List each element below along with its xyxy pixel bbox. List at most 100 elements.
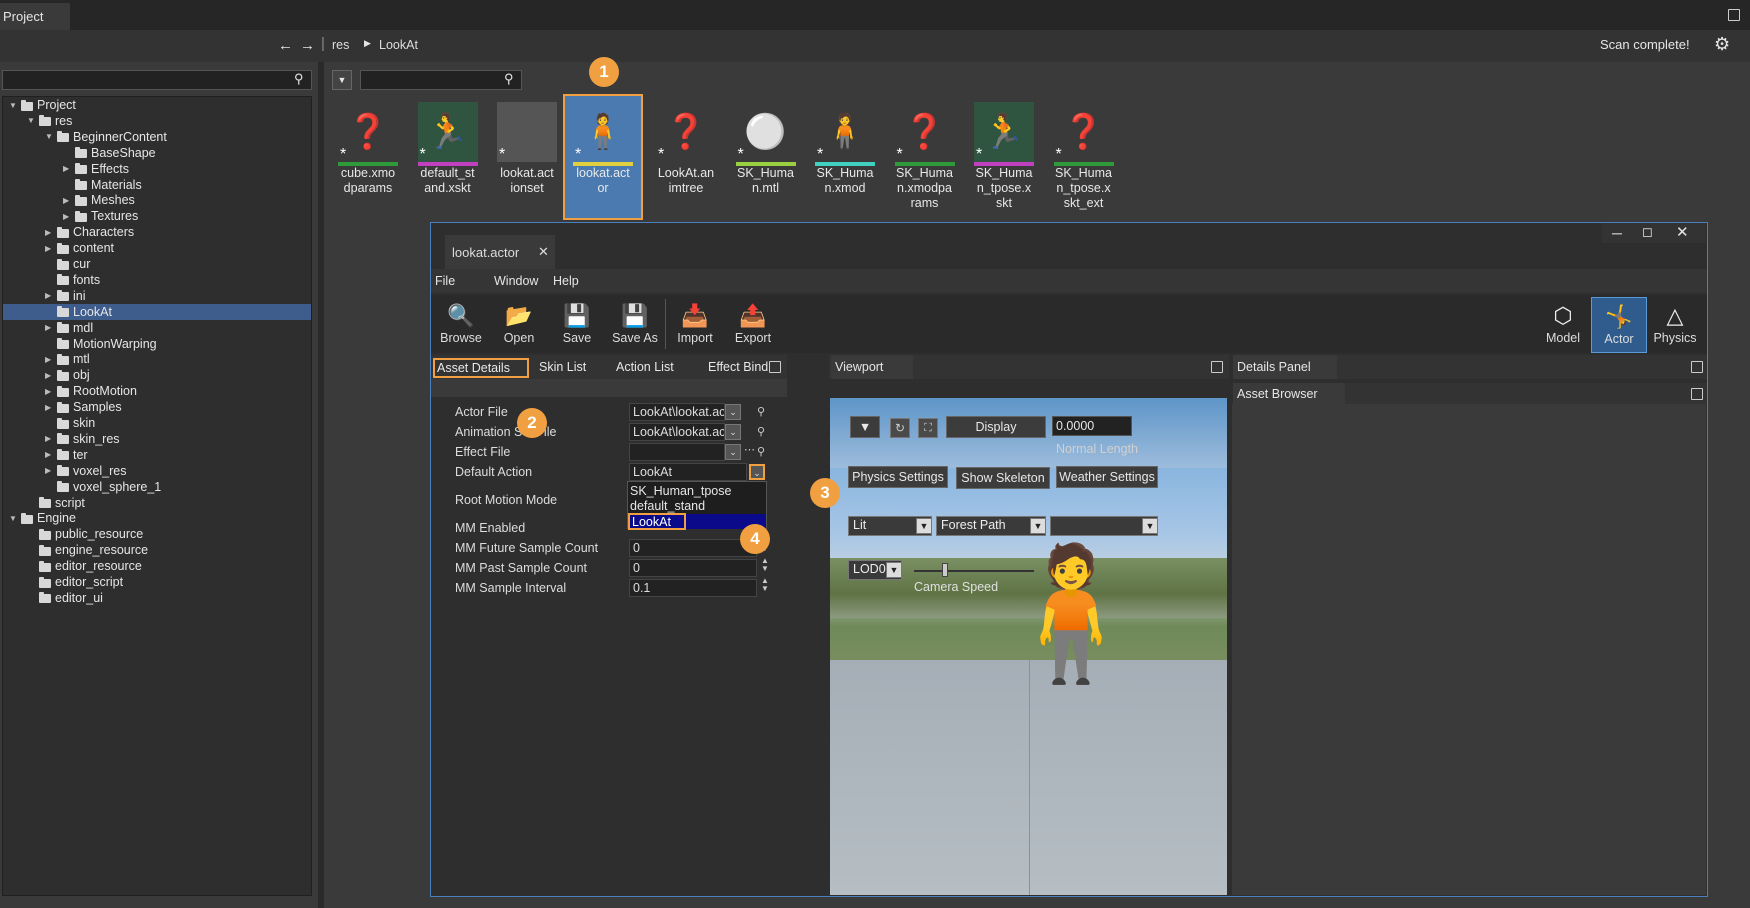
- more-icon[interactable]: ⋯: [744, 443, 755, 456]
- tree-item[interactable]: ▶ voxel_res: [3, 463, 311, 479]
- tree-item[interactable]: ▶ ini: [3, 288, 311, 304]
- show-skeleton-button[interactable]: Show Skeleton: [956, 467, 1050, 489]
- pin-icon[interactable]: [769, 361, 781, 373]
- expand-right-icon[interactable]: ▶: [63, 196, 73, 205]
- tree-item[interactable]: ▶ mdl: [3, 320, 311, 336]
- open-button[interactable]: 📂 Open: [491, 301, 547, 345]
- forward-arrow-icon[interactable]: →: [300, 37, 315, 54]
- expand-right-icon[interactable]: ▶: [45, 371, 55, 380]
- spinner-icon[interactable]: ▲▼: [761, 577, 769, 593]
- tree-item[interactable]: ▶ Samples: [3, 399, 311, 415]
- expand-down-icon[interactable]: ▼: [27, 116, 37, 125]
- chevron-down-icon[interactable]: ▼: [916, 518, 932, 534]
- tree-item[interactable]: editor_script: [3, 574, 311, 590]
- tree-item[interactable]: ▶ content: [3, 240, 311, 256]
- actor-file-field[interactable]: LookAt\lookat.ac: [629, 403, 725, 421]
- tree-item[interactable]: ▼ res: [3, 113, 311, 129]
- close-icon[interactable]: ✕: [538, 244, 549, 260]
- menu-window[interactable]: Window: [494, 274, 538, 288]
- dropdown-option[interactable]: SK_Human_tpose: [630, 484, 731, 498]
- tree-item[interactable]: ▼ BeginnerContent: [3, 129, 311, 145]
- mode-model-button[interactable]: ⬡ Model: [1535, 301, 1591, 345]
- dropdown-option-lookat[interactable]: LookAt: [628, 513, 686, 530]
- asset-item[interactable]: 🏃 * default_st and.xskt: [411, 102, 485, 196]
- breadcrumb-res[interactable]: res: [332, 38, 349, 52]
- asset-search-input[interactable]: [360, 70, 522, 90]
- breadcrumb-lookat[interactable]: LookAt: [379, 38, 418, 52]
- tree-item[interactable]: Materials: [3, 177, 311, 193]
- tab-effect-bind[interactable]: Effect Bind: [708, 360, 768, 374]
- browse-button[interactable]: 🔍 Browse: [433, 301, 489, 345]
- expand-down-icon[interactable]: ▼: [9, 514, 19, 523]
- dropdown-option[interactable]: default_stand: [630, 499, 705, 513]
- tree-item[interactable]: ▼ Project: [3, 97, 311, 113]
- search-icon[interactable]: ⚲: [757, 405, 765, 418]
- normal-length-field[interactable]: 0.0000: [1052, 416, 1132, 436]
- asset-item[interactable]: 🧍 * lookat.act or: [563, 94, 643, 220]
- tree-item[interactable]: LookAt: [3, 303, 311, 320]
- asset-item[interactable]: 🏃 * SK_Huma n_tpose.x skt: [967, 102, 1041, 211]
- expand-right-icon[interactable]: ▶: [45, 355, 55, 364]
- pin-icon[interactable]: [1211, 361, 1223, 373]
- tree-item[interactable]: ▶ skin_res: [3, 431, 311, 447]
- pin-icon[interactable]: [1728, 9, 1740, 21]
- tab-details-panel[interactable]: Details Panel: [1233, 355, 1337, 379]
- tree-item[interactable]: voxel_sphere_1: [3, 479, 311, 495]
- screenshot-icon[interactable]: ⛶: [918, 418, 938, 438]
- tab-skin-list[interactable]: Skin List: [539, 360, 586, 374]
- import-button[interactable]: 📥 Import: [667, 301, 723, 345]
- tree-item[interactable]: ▶ ter: [3, 447, 311, 463]
- tab-asset-browser[interactable]: Asset Browser: [1233, 383, 1345, 405]
- tree-item[interactable]: fonts: [3, 272, 311, 288]
- minimize-icon[interactable]: ─: [1612, 225, 1622, 241]
- pin-icon[interactable]: [1691, 361, 1703, 373]
- filter-dropdown-button[interactable]: ▼: [332, 70, 352, 90]
- tab-action-list[interactable]: Action List: [616, 360, 674, 374]
- search-icon[interactable]: ⚲: [757, 445, 765, 458]
- menu-file[interactable]: File: [435, 274, 455, 288]
- chevron-down-icon[interactable]: ▼: [1030, 518, 1046, 534]
- chevron-down-icon[interactable]: ⌄: [725, 424, 741, 440]
- camera-speed-slider-handle[interactable]: [942, 563, 948, 577]
- back-arrow-icon[interactable]: ←: [278, 37, 293, 54]
- chevron-down-icon[interactable]: ▼: [886, 562, 902, 578]
- export-button[interactable]: 📤 Export: [725, 301, 781, 345]
- menu-help[interactable]: Help: [553, 274, 579, 288]
- splitter[interactable]: [318, 62, 324, 908]
- viewport-menu-button[interactable]: ▼: [850, 416, 880, 438]
- tree-item[interactable]: skin: [3, 415, 311, 431]
- chevron-down-icon[interactable]: ▼: [1142, 518, 1158, 534]
- expand-right-icon[interactable]: ▶: [45, 323, 55, 332]
- effect-file-field[interactable]: [629, 443, 725, 461]
- asset-item[interactable]: ❓ * LookAt.an imtree: [649, 102, 723, 196]
- expand-right-icon[interactable]: ▶: [45, 244, 55, 253]
- maximize-icon[interactable]: ◻: [1642, 224, 1653, 240]
- search-icon[interactable]: ⚲: [504, 71, 514, 87]
- asset-item[interactable]: * lookat.act ionset: [490, 102, 564, 196]
- tab-lookat-actor[interactable]: lookat.actor ✕: [445, 235, 555, 269]
- expand-right-icon[interactable]: ▶: [45, 387, 55, 396]
- mode-actor-button[interactable]: 🤸 Actor: [1591, 297, 1647, 353]
- expand-down-icon[interactable]: ▼: [9, 101, 19, 110]
- mm-future-sample-count-field[interactable]: 0: [629, 539, 757, 557]
- default-action-field[interactable]: LookAt: [629, 463, 747, 481]
- asset-item[interactable]: ❓ * SK_Huma n.xmodpa rams: [888, 102, 962, 211]
- expand-right-icon[interactable]: ▶: [63, 212, 73, 221]
- tree-item[interactable]: ▶ Textures: [3, 208, 311, 224]
- expand-right-icon[interactable]: ▶: [45, 228, 55, 237]
- expand-right-icon[interactable]: ▶: [45, 291, 55, 300]
- tree-item[interactable]: ▶ Effects: [3, 161, 311, 177]
- tree-item[interactable]: MotionWarping: [3, 336, 311, 352]
- tree-search-input[interactable]: [2, 70, 312, 90]
- expand-right-icon[interactable]: ▶: [45, 450, 55, 459]
- expand-right-icon[interactable]: ▶: [45, 403, 55, 412]
- expand-right-icon[interactable]: ▶: [45, 434, 55, 443]
- camera-speed-slider-track[interactable]: [914, 570, 1034, 572]
- mode-physics-button[interactable]: △ Physics: [1647, 301, 1703, 345]
- tree-item[interactable]: ▼ Engine: [3, 510, 311, 526]
- spinner-icon[interactable]: ▲▼: [761, 557, 769, 573]
- mm-sample-interval-field[interactable]: 0.1: [629, 579, 757, 597]
- tree-item[interactable]: editor_resource: [3, 558, 311, 574]
- tab-asset-details[interactable]: Asset Details: [433, 358, 529, 378]
- refresh-icon[interactable]: ↻: [890, 418, 910, 438]
